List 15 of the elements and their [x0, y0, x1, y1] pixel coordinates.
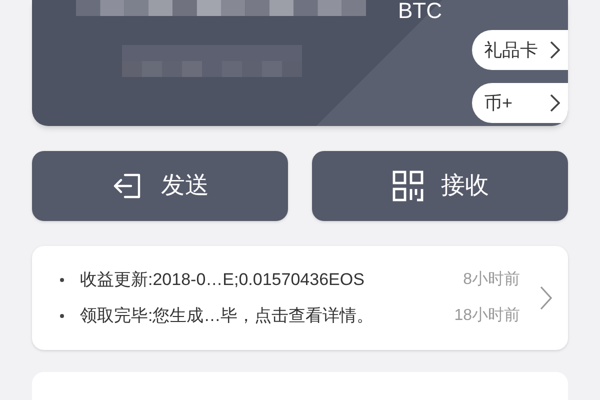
- chevron-right-icon: [550, 94, 560, 112]
- card-link-button[interactable]: 礼品卡: [472, 30, 568, 70]
- notification-text[interactable]: 领取完毕:您生成…毕，点击查看详情。: [80, 302, 454, 328]
- currency-label: BTC: [398, 0, 442, 25]
- notification-text[interactable]: 收益更新:2018-0…E;0.01570436EOS: [80, 267, 464, 293]
- chevron-right-icon[interactable]: [540, 286, 552, 310]
- card-link-button[interactable]: 币+: [472, 83, 568, 123]
- send-button[interactable]: 发送: [32, 150, 288, 221]
- chevron-right-icon: [550, 41, 560, 59]
- receive-button[interactable]: 接收: [312, 150, 568, 221]
- notification-time: 18小时前: [454, 306, 520, 326]
- bullet-icon: [60, 278, 64, 282]
- bullet-icon: [60, 314, 64, 318]
- notification-time: 8小时前: [463, 270, 520, 290]
- qr-code-icon: [391, 168, 425, 203]
